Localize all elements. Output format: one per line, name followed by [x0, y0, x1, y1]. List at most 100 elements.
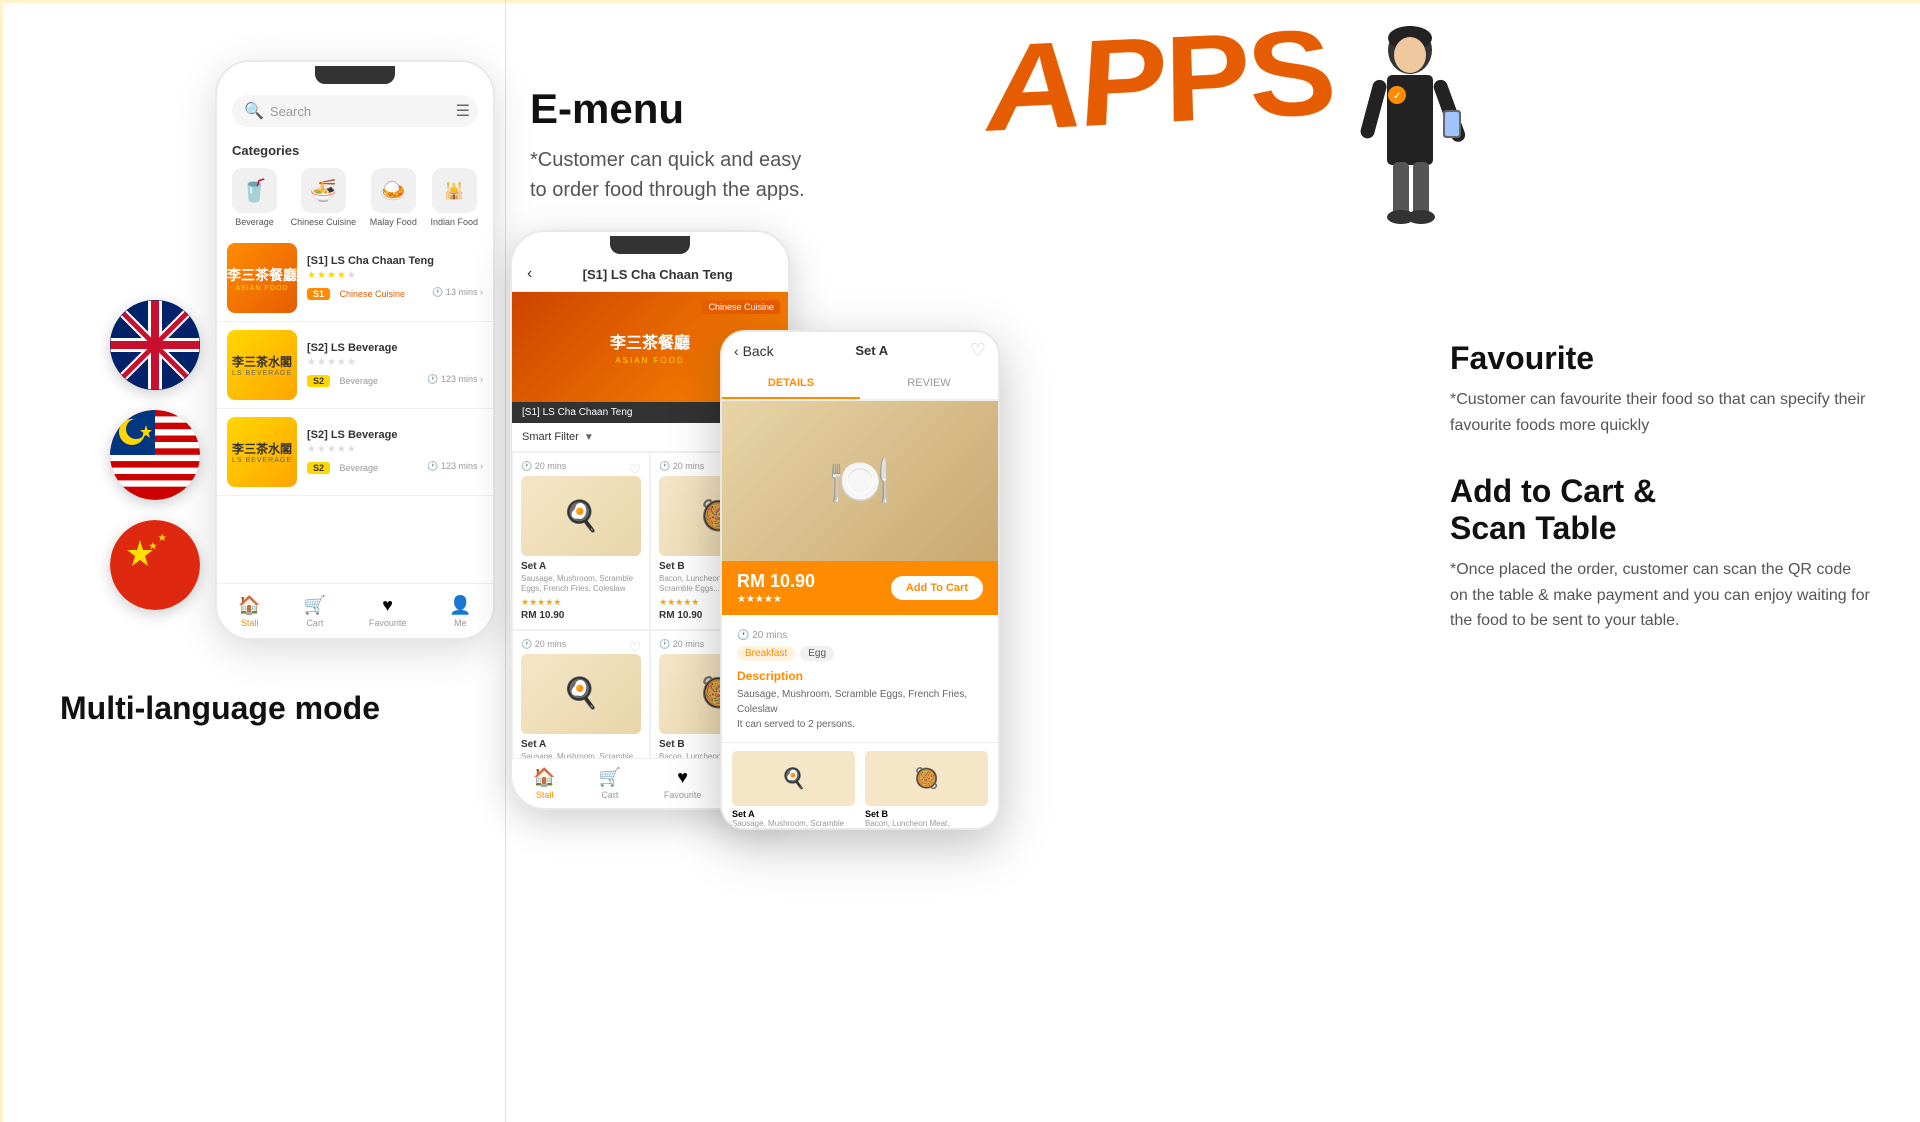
restaurant-info-3: [S2] LS Beverage ★★★★★ S2 Beverage 🕐 123…: [307, 429, 483, 476]
emenu-section: E-menu *Customer can quick and easyto or…: [530, 85, 880, 245]
nav-fav-1[interactable]: ♥ Favourite: [369, 595, 407, 628]
flag-uk[interactable]: [110, 300, 200, 390]
bottom-nav-1: 🏠 Stall 🛒 Cart ♥ Favourite 👤 Me: [217, 583, 493, 638]
category-indian[interactable]: 🕌 Indian Food: [430, 168, 478, 227]
restaurant-name-3: [S2] LS Beverage: [307, 429, 483, 441]
menu-icon[interactable]: ☰: [456, 101, 470, 121]
vertical-divider: [505, 0, 506, 1122]
beverage-icon: 🥤: [232, 168, 277, 213]
me-icon: 👤: [449, 595, 471, 616]
multi-language-label: Multi-language mode: [60, 690, 380, 727]
back-arrow-2[interactable]: ‹: [527, 265, 532, 283]
nav-me-1[interactable]: 👤 Me: [449, 595, 471, 628]
tag-s1-1: S1: [307, 288, 330, 300]
nav-stall-2[interactable]: 🏠 Stall: [533, 767, 555, 800]
bottom-food-1[interactable]: 🍳 Set A Sausage, Mushroom, Scramble: [732, 751, 855, 828]
stars-2: ★★★★★: [307, 357, 483, 368]
add-to-cart-title: Add to Cart &Scan Table: [1450, 473, 1870, 547]
restaurant-img-3: 李三茶水閣 LS BEVERAGE: [227, 417, 297, 487]
restaurant-list: 李三茶餐廳 ASIAN FOOD [S1] LS Cha Chaan Teng …: [217, 235, 493, 496]
cart-icon: 🛒: [304, 595, 326, 616]
food-time-3: 🕐 20 mins ♡: [521, 639, 641, 650]
categories-title: Categories: [232, 143, 478, 158]
indian-label: Indian Food: [430, 217, 478, 227]
restaurant-name-1: [S1] LS Cha Chaan Teng: [307, 255, 483, 267]
bottom-food-2[interactable]: 🥘 Set B Bacon, Luncheon Meat,: [865, 751, 988, 828]
tag-breakfast: Breakfast: [737, 646, 795, 661]
chinese-label: Chinese Cuisine: [291, 217, 357, 227]
nav-stall-1[interactable]: 🏠 Stall: [238, 595, 260, 628]
time-2: 🕐 123 mins ›: [427, 374, 483, 385]
food-time-1: 🕐 20 mins ♡: [521, 461, 641, 472]
detail-header: ‹ Back Set A ♡: [722, 332, 998, 369]
bottom-food-1-name: Set A: [732, 809, 855, 819]
tag-egg: Egg: [800, 646, 834, 661]
time-3: 🕐 123 mins ›: [427, 461, 483, 472]
malay-label: Malay Food: [370, 217, 417, 227]
tag-beverage-3: Beverage: [339, 463, 378, 473]
tab-details[interactable]: DETAILS: [722, 369, 860, 399]
tab-review[interactable]: REVIEW: [860, 369, 998, 399]
restaurant-card-3[interactable]: 李三茶水閣 LS BEVERAGE [S2] LS Beverage ★★★★★…: [217, 409, 493, 496]
detail-content: 🕐 20 mins Breakfast Egg Description Saus…: [722, 615, 998, 742]
add-to-cart-desc: *Once placed the order, customer can sca…: [1450, 557, 1870, 634]
add-to-cart-button[interactable]: Add To Cart: [891, 576, 983, 600]
restaurant-info-1: [S1] LS Cha Chaan Teng ★★★★★ S1 Chinese …: [307, 255, 483, 302]
detail-food-image: 🍽️: [722, 401, 998, 561]
flag-malaysia[interactable]: [110, 410, 200, 500]
bottom-food-2-desc: Bacon, Luncheon Meat,: [865, 819, 988, 828]
phone-mockup-3: ‹ Back Set A ♡ DETAILS REVIEW 🍽️ RM 10.9…: [720, 330, 1000, 830]
tag-beverage-2: Beverage: [339, 376, 378, 386]
restaurant-img-2: 李三茶水閣 LS BEVERAGE: [227, 330, 297, 400]
fav-icon: ♥: [382, 595, 393, 616]
emenu-subtitle: *Customer can quick and easyto order foo…: [530, 145, 880, 205]
food-price-1: RM 10.90: [521, 610, 641, 621]
detail-tags: Breakfast Egg: [737, 646, 983, 661]
search-bar[interactable]: 🔍 Search ☰: [232, 95, 478, 127]
banner-badge: Chinese Cuisine: [702, 300, 780, 314]
category-beverage[interactable]: 🥤 Beverage: [232, 168, 277, 227]
restaurant-info-2: [S2] LS Beverage ★★★★★ S2 Beverage 🕐 123…: [307, 342, 483, 389]
indian-icon: 🕌: [432, 168, 477, 213]
food-card-1[interactable]: 🕐 20 mins ♡ 🍳 Set A Sausage, Mushroom, S…: [512, 452, 650, 630]
category-chinese[interactable]: 🍜 Chinese Cuisine: [291, 168, 357, 227]
nav-cart-2[interactable]: 🛒 Cart: [599, 767, 621, 800]
flag-china[interactable]: [110, 520, 200, 610]
bottom-food-1-desc: Sausage, Mushroom, Scramble: [732, 819, 855, 828]
fav-icon-2: ♥: [677, 767, 688, 788]
food-img-1: 🍳: [521, 476, 641, 556]
header-title-2: [S1] LS Cha Chaan Teng: [542, 267, 773, 282]
me-label: Me: [454, 618, 467, 628]
chinese-icon: 🍜: [301, 168, 346, 213]
apps-text: APPS: [980, 19, 1340, 146]
cart-icon-2: 🛒: [599, 767, 621, 788]
phone-mockup-1: 🔍 Search ☰ Categories 🥤 Beverage 🍜 Chine…: [215, 60, 495, 640]
favourite-section: Favourite *Customer can favourite their …: [1450, 340, 1870, 438]
food-img-3: 🍳: [521, 654, 641, 734]
detail-description: Sausage, Mushroom, Scramble Eggs, French…: [737, 687, 983, 732]
food-desc-1: Sausage, Mushroom, Scramble Eggs, French…: [521, 574, 641, 595]
food-name-3: Set A: [521, 739, 641, 750]
right-content: Favourite *Customer can favourite their …: [1450, 80, 1870, 669]
heart-icon[interactable]: ♡: [970, 340, 986, 361]
detail-price: RM 10.90: [737, 571, 815, 592]
back-button-3[interactable]: ‹ Back: [734, 343, 774, 359]
favourite-desc: *Customer can favourite their food so th…: [1450, 387, 1870, 438]
fav-label: Favourite: [369, 618, 407, 628]
favourite-title: Favourite: [1450, 340, 1870, 377]
detail-set-label: Set A: [855, 343, 888, 358]
category-malay[interactable]: 🍛 Malay Food: [370, 168, 417, 227]
bottom-food-2-name: Set B: [865, 809, 988, 819]
bottom-food-row: 🍳 Set A Sausage, Mushroom, Scramble 🥘 Se…: [722, 742, 998, 830]
cart-label-2: Cart: [601, 790, 618, 800]
food-name-1: Set A: [521, 561, 641, 572]
nav-fav-2[interactable]: ♥ Favourite: [664, 767, 702, 800]
stall-label-2: Stall: [536, 790, 554, 800]
nav-cart-1[interactable]: 🛒 Cart: [304, 595, 326, 628]
person-illustration: ✓: [1325, 20, 1465, 245]
phone-header-2: ‹ [S1] LS Cha Chaan Teng: [512, 257, 788, 292]
restaurant-card-1[interactable]: 李三茶餐廳 ASIAN FOOD [S1] LS Cha Chaan Teng …: [217, 235, 493, 322]
tag-s2-3: S2: [307, 462, 330, 474]
phone-status-bar-2: [512, 232, 788, 257]
restaurant-card-2[interactable]: 李三茶水閣 LS BEVERAGE [S2] LS Beverage ★★★★★…: [217, 322, 493, 409]
